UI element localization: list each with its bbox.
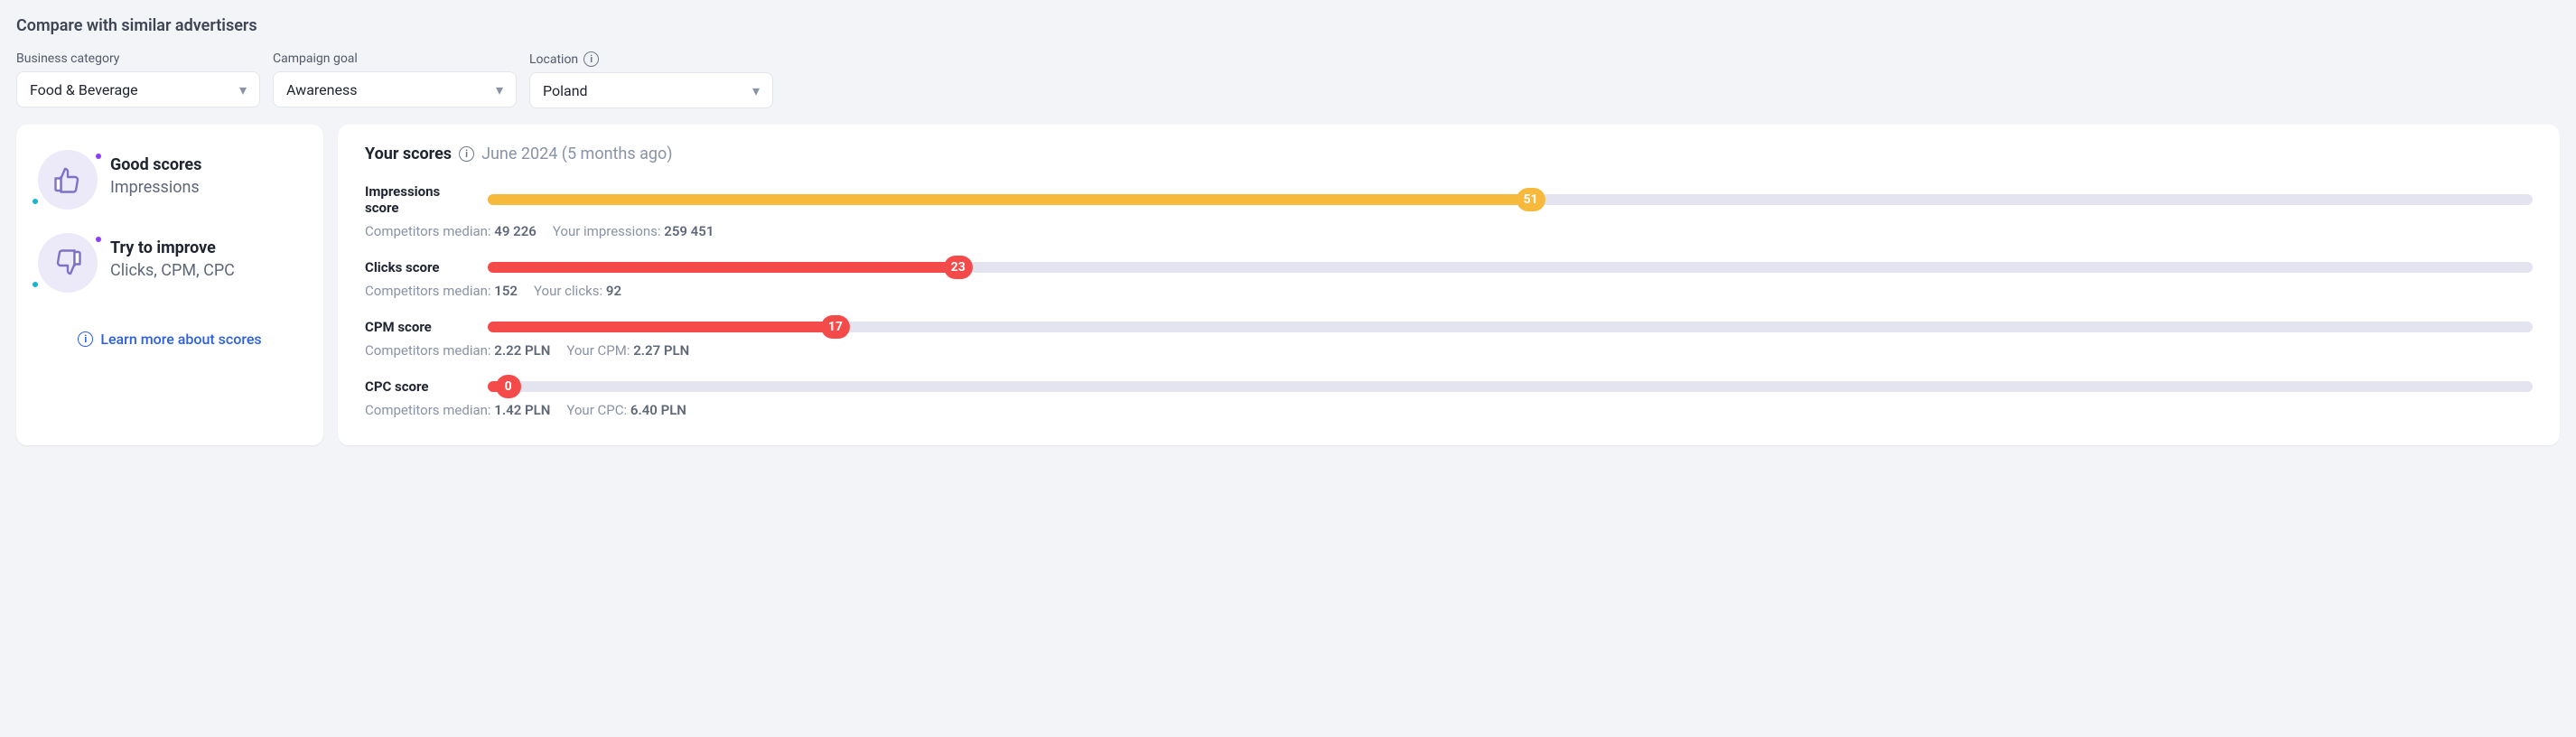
your-value: Your CPM: 2.27 PLN <box>566 342 689 359</box>
good-scores-title: Good scores <box>110 155 201 174</box>
thumbs-down-icon <box>38 233 98 293</box>
scores-card: Your scores i June 2024 (5 months ago) I… <box>338 125 2560 445</box>
score-bar: 17 <box>488 322 2533 332</box>
improve-title: Try to improve <box>110 238 235 257</box>
good-scores-items: Impressions <box>110 178 201 197</box>
metric-row: Impressions score 51 Competitors median: 4… <box>365 183 2533 239</box>
thumbs-up-icon <box>38 150 98 210</box>
your-value: Your impressions: 259 451 <box>553 223 714 239</box>
campaign-goal-select[interactable]: Awareness ▾ <box>273 71 517 107</box>
chevron-down-icon: ▾ <box>752 82 760 99</box>
filter-label-text: Location <box>529 52 578 67</box>
score-bar-fill <box>488 262 958 273</box>
metric-name: Impressions score <box>365 183 473 216</box>
scores-header: Your scores i June 2024 (5 months ago) <box>365 145 2533 163</box>
your-value: Your CPC: 6.40 PLN <box>566 402 686 418</box>
score-badge: 17 <box>821 315 850 339</box>
learn-more-text: Learn more about scores <box>100 331 261 348</box>
scores-title: Your scores <box>365 145 452 163</box>
your-value: Your clicks: 92 <box>534 283 621 299</box>
info-icon[interactable]: i <box>583 51 599 67</box>
business-category-select[interactable]: Food & Beverage ▾ <box>16 71 260 107</box>
select-value: Poland <box>543 82 588 99</box>
score-badge: 23 <box>944 256 973 279</box>
info-icon[interactable]: i <box>459 146 474 162</box>
metric-subline: Competitors median: 152 Your clicks: 92 <box>365 283 2533 299</box>
competitors-median: Competitors median: 49 226 <box>365 223 537 239</box>
info-icon: i <box>78 331 93 347</box>
page-title: Compare with similar advertisers <box>16 16 2560 35</box>
score-badge: 0 <box>496 375 521 398</box>
metric-subline: Competitors median: 1.42 PLN Your CPC: 6.… <box>365 402 2533 418</box>
score-bar-fill <box>488 322 835 332</box>
score-bar: 51 <box>488 194 2533 205</box>
metric-subline: Competitors median: 49 226 Your impressio… <box>365 223 2533 239</box>
scores-subtitle: June 2024 (5 months ago) <box>481 145 672 163</box>
score-badge: 51 <box>1517 188 1545 211</box>
metric-row: CPC score 0 Competitors median: 1.42 PLN Yo… <box>365 378 2533 418</box>
select-value: Food & Beverage <box>30 81 138 98</box>
filter-location: Location i Poland ▾ <box>529 51 773 108</box>
chevron-down-icon: ▾ <box>496 81 503 98</box>
score-bar-fill <box>488 194 1531 205</box>
metric-name: CPC score <box>365 378 473 395</box>
improve-items: Clicks, CPM, CPC <box>110 261 235 280</box>
filters-row: Business category Food & Beverage ▾ Camp… <box>16 51 2560 108</box>
score-bar: 23 <box>488 262 2533 273</box>
filter-label: Business category <box>16 51 260 66</box>
metric-name: CPM score <box>365 319 473 335</box>
metric-subline: Competitors median: 2.22 PLN Your CPM: 2.… <box>365 342 2533 359</box>
score-bar: 0 <box>488 381 2533 392</box>
learn-more-link[interactable]: i Learn more about scores <box>38 331 302 348</box>
chevron-down-icon: ▾ <box>239 81 247 98</box>
filter-label: Location i <box>529 51 773 67</box>
metrics-list: Impressions score 51 Competitors median: 4… <box>365 183 2533 418</box>
select-value: Awareness <box>286 81 358 98</box>
filter-label: Campaign goal <box>273 51 517 66</box>
metric-row: CPM score 17 Competitors median: 2.22 PLN Y… <box>365 319 2533 359</box>
metric-name: Clicks score <box>365 259 473 275</box>
filter-campaign-goal: Campaign goal Awareness ▾ <box>273 51 517 108</box>
competitors-median: Competitors median: 1.42 PLN <box>365 402 550 418</box>
filter-business-category: Business category Food & Beverage ▾ <box>16 51 260 108</box>
metric-row: Clicks score 23 Competitors median: 152 You… <box>365 259 2533 299</box>
competitors-median: Competitors median: 2.22 PLN <box>365 342 550 359</box>
summary-card: Good scores Impressions Try to improve C… <box>16 125 323 445</box>
competitors-median: Competitors median: 152 <box>365 283 518 299</box>
improve-block: Try to improve Clicks, CPM, CPC <box>38 233 302 293</box>
location-select[interactable]: Poland ▾ <box>529 72 773 108</box>
good-scores-block: Good scores Impressions <box>38 150 302 210</box>
